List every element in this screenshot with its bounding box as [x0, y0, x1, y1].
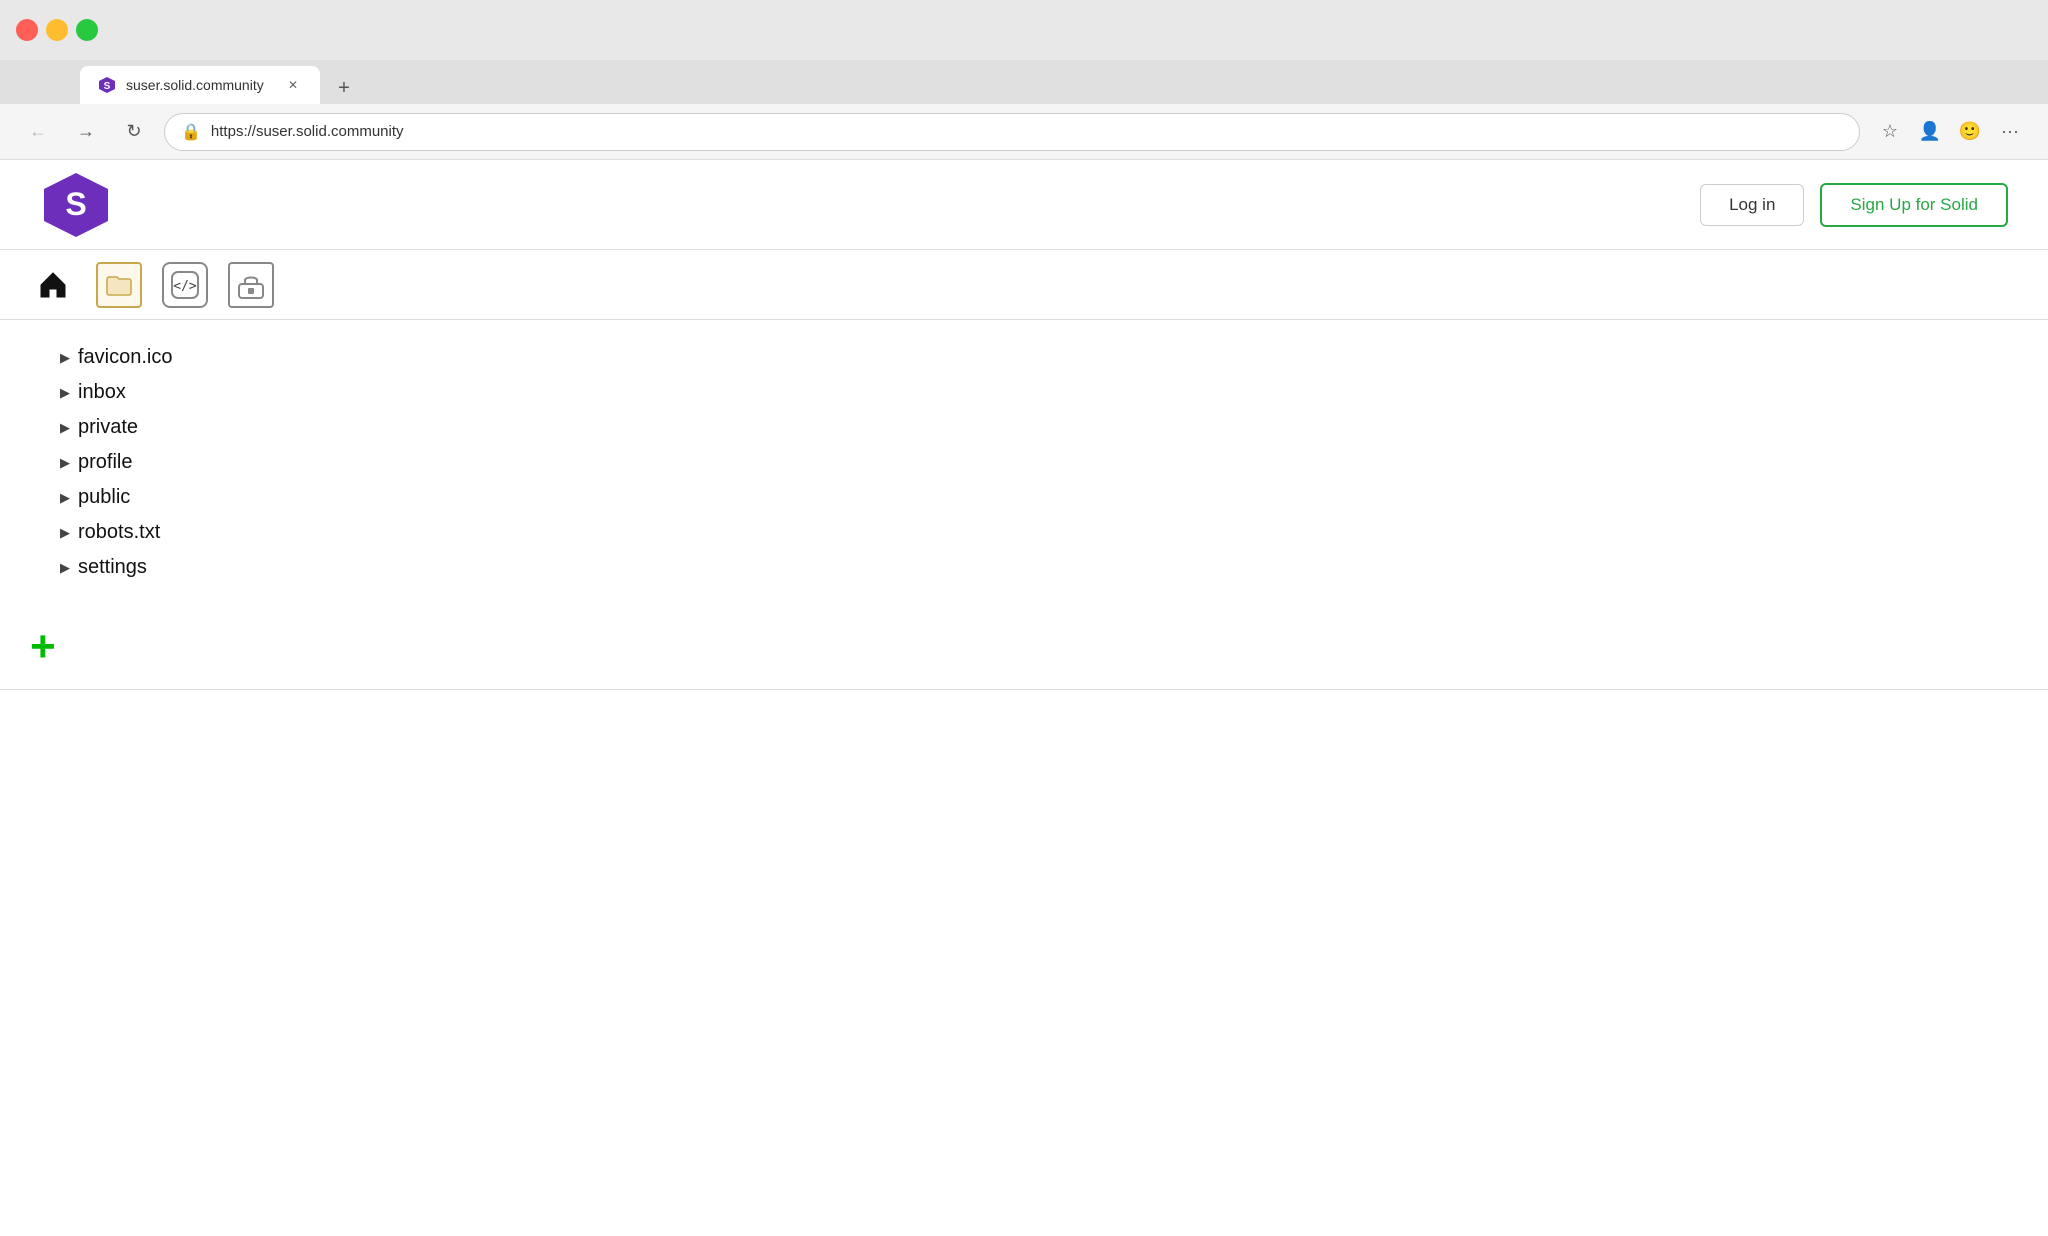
- folder-toolbar-button[interactable]: [96, 262, 142, 308]
- maximize-button[interactable]: [76, 19, 98, 41]
- account-button[interactable]: 👤: [1912, 114, 1948, 150]
- file-name: robots.txt: [78, 521, 160, 544]
- file-item-favicon[interactable]: ▶ favicon.ico: [60, 340, 1988, 375]
- signup-button[interactable]: Sign Up for Solid: [1820, 183, 2008, 227]
- app-logo: S: [40, 169, 112, 241]
- file-arrow: ▶: [60, 420, 70, 436]
- emoji-button[interactable]: 🙂: [1952, 114, 1988, 150]
- code-toolbar-button[interactable]: </>: [162, 262, 208, 308]
- nav-actions: ☆ 👤 🙂 ···: [1872, 114, 2028, 150]
- reload-button[interactable]: ↻: [116, 114, 152, 150]
- tab-close-button[interactable]: ✕: [284, 76, 302, 94]
- file-arrow: ▶: [60, 525, 70, 541]
- file-item-inbox[interactable]: ▶ inbox: [60, 375, 1988, 410]
- forward-button[interactable]: →: [68, 114, 104, 150]
- file-item-profile[interactable]: ▶ profile: [60, 445, 1988, 480]
- add-section: +: [0, 605, 2048, 689]
- address-bar[interactable]: 🔒 https://suser.solid.community: [164, 113, 1860, 151]
- file-name: settings: [78, 556, 147, 579]
- url-text: https://suser.solid.community: [211, 123, 1843, 140]
- file-name: profile: [78, 451, 132, 474]
- title-bar: [0, 0, 2048, 60]
- file-name: favicon.ico: [78, 346, 173, 369]
- nav-bar: ← → ↻ 🔒 https://suser.solid.community ☆ …: [0, 104, 2048, 160]
- file-name: public: [78, 486, 130, 509]
- file-arrow: ▶: [60, 560, 70, 576]
- svg-text:</>: </>: [173, 279, 197, 294]
- active-tab[interactable]: S suser.solid.community ✕: [80, 66, 320, 104]
- app-toolbar: </>: [0, 250, 2048, 320]
- file-arrow: ▶: [60, 490, 70, 506]
- svg-text:S: S: [104, 81, 111, 92]
- add-button[interactable]: +: [30, 625, 2018, 669]
- minimize-button[interactable]: [46, 19, 68, 41]
- file-arrow: ▶: [60, 350, 70, 366]
- tab-bar: S suser.solid.community ✕ +: [0, 60, 2048, 104]
- file-arrow: ▶: [60, 455, 70, 471]
- lock-toolbar-button[interactable]: [228, 262, 274, 308]
- tab-favicon: S: [98, 76, 116, 94]
- solid-logo: S: [40, 169, 112, 241]
- file-item-robots[interactable]: ▶ robots.txt: [60, 515, 1988, 550]
- content-divider: [0, 689, 2048, 690]
- file-item-settings[interactable]: ▶ settings: [60, 550, 1988, 585]
- menu-button[interactable]: ···: [1992, 114, 2028, 150]
- file-name: private: [78, 416, 138, 439]
- new-tab-button[interactable]: +: [328, 72, 360, 104]
- lock-icon: 🔒: [181, 122, 201, 142]
- svg-text:S: S: [65, 186, 86, 222]
- login-button[interactable]: Log in: [1700, 184, 1804, 226]
- traffic-lights: [16, 19, 98, 41]
- file-item-public[interactable]: ▶ public: [60, 480, 1988, 515]
- home-toolbar-button[interactable]: [30, 262, 76, 308]
- header-actions: Log in Sign Up for Solid: [1700, 183, 2008, 227]
- file-arrow: ▶: [60, 385, 70, 401]
- app-header: S Log in Sign Up for Solid: [0, 160, 2048, 250]
- tab-label: suser.solid.community: [126, 77, 274, 93]
- file-name: inbox: [78, 381, 126, 404]
- close-button[interactable]: [16, 19, 38, 41]
- bookmark-button[interactable]: ☆: [1872, 114, 1908, 150]
- page-content: S Log in Sign Up for Solid </>: [0, 160, 2048, 1236]
- file-item-private[interactable]: ▶ private: [60, 410, 1988, 445]
- back-button[interactable]: ←: [20, 114, 56, 150]
- file-tree: ▶ favicon.ico ▶ inbox ▶ private ▶ profil…: [0, 320, 2048, 605]
